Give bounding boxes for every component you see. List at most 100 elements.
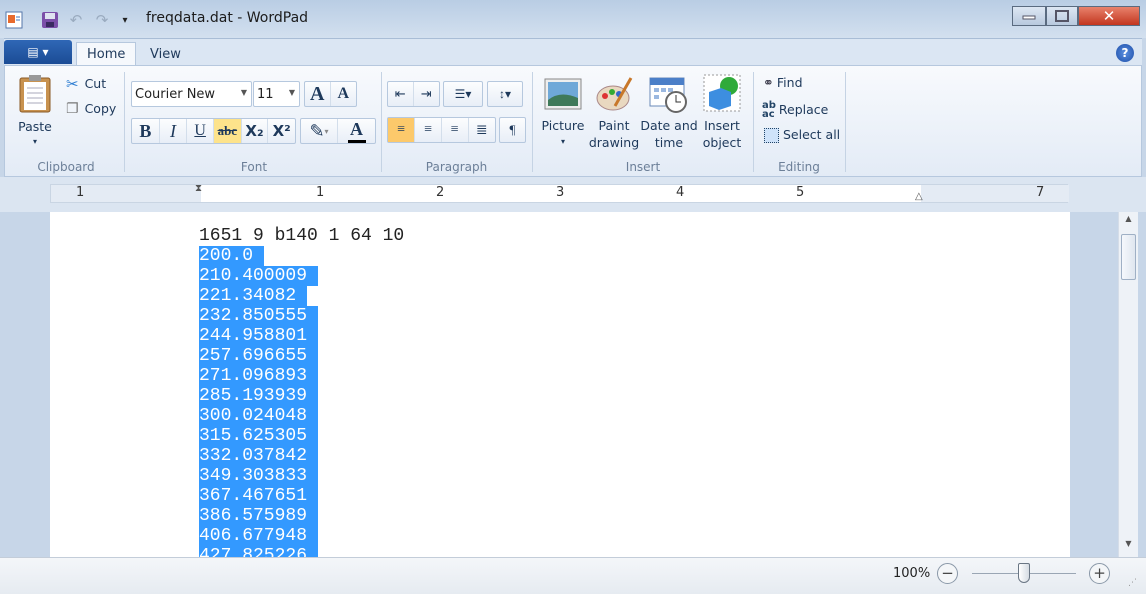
document-text[interactable]: 1651 9 b140 1 64 10 200.0 210.400009 221.…	[199, 226, 404, 557]
clipboard-group-label: Clipboard	[37, 160, 95, 174]
binoculars-icon: ⚭	[763, 75, 774, 91]
selected-line: 244.958801	[199, 326, 318, 346]
select-all-button[interactable]: Select all	[764, 127, 840, 143]
header-line: 1651 9 b140 1 64 10	[199, 226, 405, 246]
editing-group-label: Editing	[778, 160, 820, 174]
select-all-label: Select all	[783, 127, 841, 142]
palette-icon	[596, 77, 633, 111]
font-family-select[interactable]: Courier New ▼	[131, 81, 252, 107]
copy-button[interactable]: ❐ Copy	[66, 101, 116, 117]
ruler[interactable]: 1 1 2 3 4 5 7 ⧗ △	[50, 183, 1069, 203]
close-button[interactable]: ✕	[1078, 6, 1140, 26]
tab-home[interactable]: Home	[76, 42, 137, 66]
selected-line: 221.34082	[199, 286, 308, 306]
undo-icon[interactable]: ↶	[66, 10, 86, 30]
document-area[interactable]: 1651 9 b140 1 64 10 200.0 210.400009 221.…	[50, 212, 1070, 557]
file-menu-button[interactable]: ▤ ▾	[4, 40, 72, 64]
font-group-label: Font	[240, 160, 268, 174]
customize-icon[interactable]: ▾	[115, 10, 135, 30]
increase-indent-icon[interactable]: ⇥	[414, 82, 439, 106]
find-button[interactable]: ⚭ Find	[763, 75, 803, 91]
help-icon[interactable]: ?	[1116, 44, 1134, 62]
bullets-button[interactable]: ☰▾	[443, 81, 483, 107]
drawing-label: drawing	[588, 135, 640, 150]
redo-icon[interactable]: ↷	[92, 10, 112, 30]
object-label: object	[702, 135, 742, 150]
highlight-color-button[interactable]: ✎ ▾	[301, 119, 339, 143]
replace-button[interactable]: ab ac Replace	[762, 100, 829, 120]
font-family-value: Courier New	[135, 87, 216, 102]
justify-icon[interactable]: ≣	[469, 118, 495, 142]
maximize-button[interactable]	[1046, 6, 1078, 26]
selected-line: 285.193939	[199, 386, 318, 406]
ruler-label: 4	[676, 185, 685, 200]
insert-group-label: Insert	[625, 160, 661, 174]
minimize-button[interactable]	[1012, 6, 1046, 26]
highlighter-icon: ✎	[309, 120, 325, 141]
divider	[753, 72, 754, 172]
select-all-icon	[764, 127, 779, 143]
grow-font-button[interactable]: A	[305, 82, 331, 106]
selected-line: 367.467651	[199, 486, 318, 506]
scissors-icon: ✂	[66, 75, 79, 93]
paint-drawing-button[interactable]: Paint drawing	[589, 74, 639, 150]
time-label: time	[654, 135, 684, 150]
zoom-out-button[interactable]: −	[937, 563, 958, 584]
date-time-button[interactable]: Date and time	[640, 74, 698, 150]
window-title: freqdata.dat - WordPad	[146, 10, 309, 26]
zoom-in-button[interactable]: +	[1089, 563, 1110, 584]
ruler-label: 2	[436, 185, 445, 200]
bold-button[interactable]: B	[132, 119, 160, 143]
line-spacing-button[interactable]: ↕▾	[487, 81, 523, 107]
scroll-thumb[interactable]	[1121, 234, 1136, 280]
decrease-indent-icon[interactable]: ⇤	[388, 82, 414, 106]
selected-line: 200.0	[199, 246, 264, 266]
scroll-down-icon[interactable]: ▼	[1121, 539, 1136, 555]
tab-view[interactable]: View	[140, 42, 191, 66]
indent-marker[interactable]: ⧗	[195, 183, 202, 194]
selected-line: 300.024048	[199, 406, 318, 426]
text-color-letter: A	[350, 119, 363, 139]
ruler-label: 1	[316, 185, 325, 200]
align-left-icon[interactable]: ≡	[388, 118, 416, 142]
text-color-button[interactable]: A	[338, 119, 375, 143]
italic-button[interactable]: I	[160, 119, 188, 143]
strikethrough-button[interactable]: abc	[213, 119, 242, 143]
paragraph-button[interactable]: ¶	[499, 117, 526, 143]
replace-icon: ab ac	[762, 100, 776, 120]
insert-object-button[interactable]: Insert object	[700, 74, 744, 150]
cut-button[interactable]: ✂ Cut	[66, 75, 106, 93]
paragraph-icon: ¶	[509, 122, 516, 137]
replace-label: Replace	[778, 102, 829, 117]
menu-icon: ▤ ▾	[27, 45, 49, 59]
chevron-down-icon: ▼	[240, 88, 247, 97]
font-size-buttons: AA	[304, 81, 357, 107]
bullet-list-icon: ☰▾	[454, 86, 472, 101]
line-spacing-icon: ↕▾	[498, 86, 512, 101]
insert-label: Insert	[704, 118, 740, 133]
subscript-button[interactable]: X₂	[242, 119, 269, 143]
align-right-icon[interactable]: ≡	[442, 118, 469, 142]
zoom-slider-thumb[interactable]	[1018, 563, 1030, 583]
picture-button[interactable]: Picture ▾	[540, 76, 586, 148]
selected-line: 349.303833	[199, 466, 318, 486]
vertical-scrollbar[interactable]: ▲ ▼	[1118, 212, 1138, 557]
right-indent-marker[interactable]: △	[915, 191, 923, 202]
selected-line: 427.825226	[199, 546, 318, 557]
font-size-select[interactable]: 11 ▼	[253, 81, 300, 107]
wordpad-icon[interactable]	[4, 10, 24, 30]
save-icon[interactable]	[40, 10, 60, 30]
picture-icon	[544, 78, 582, 110]
shrink-font-button[interactable]: A	[331, 82, 356, 106]
status-bar	[0, 557, 1146, 594]
superscript-button[interactable]: X²	[268, 119, 295, 143]
resize-grip-icon[interactable]: ⋰	[1128, 578, 1137, 588]
chevron-down-icon: ▼	[288, 88, 295, 97]
scroll-up-icon[interactable]: ▲	[1121, 214, 1136, 230]
paste-button[interactable]: Paste ▾	[12, 72, 58, 148]
align-center-icon[interactable]: ≡	[415, 118, 442, 142]
object-icon	[703, 74, 741, 112]
ruler-label: 5	[796, 185, 805, 200]
underline-button[interactable]: U	[187, 119, 214, 143]
paragraph-group-label: Paragraph	[425, 160, 488, 174]
